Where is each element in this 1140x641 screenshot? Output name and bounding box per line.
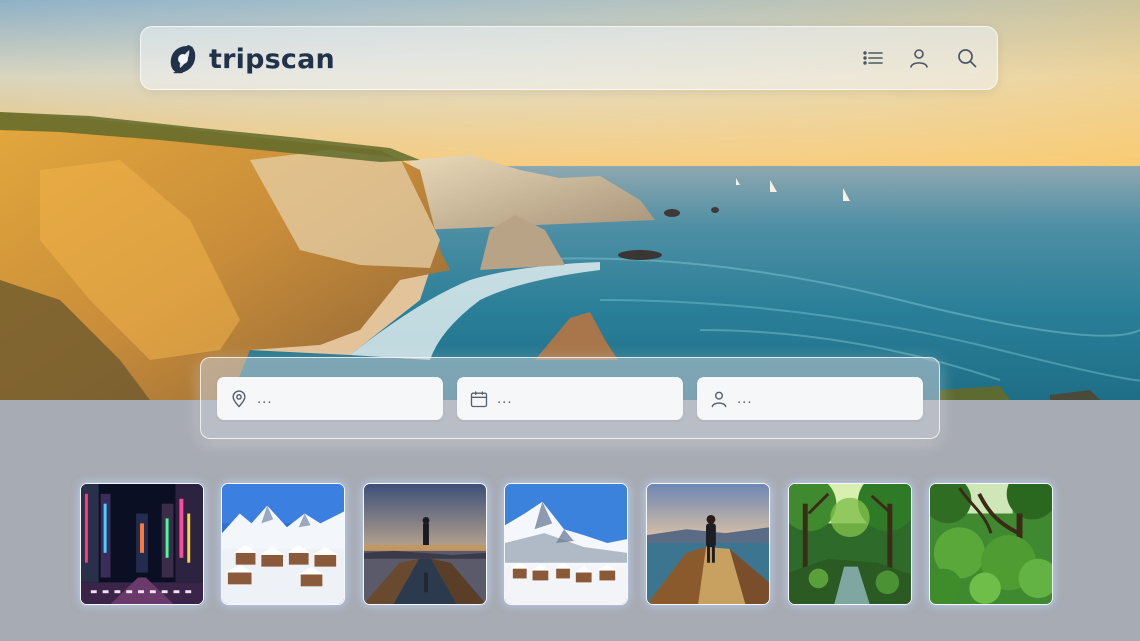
destination-card-cliff-traveler[interactable]: [646, 483, 770, 605]
destination-field[interactable]: ...: [217, 377, 443, 420]
destination-value: ...: [257, 389, 273, 407]
search-icon[interactable]: [955, 46, 979, 70]
jungle-stream-image: [789, 484, 911, 604]
calendar-icon: [469, 389, 489, 409]
destination-card-jungle-stream[interactable]: [788, 483, 912, 605]
location-pin-icon: [229, 389, 249, 409]
user-icon[interactable]: [907, 46, 931, 70]
compass-leaf-icon: [163, 39, 203, 79]
destination-card-snowy-village[interactable]: [221, 483, 345, 605]
cliff-traveler-image: [647, 484, 769, 604]
list-icon[interactable]: [861, 46, 885, 70]
brand-logo[interactable]: tripscan: [163, 39, 335, 79]
snowy-village-image: [222, 484, 344, 604]
date-field[interactable]: ...: [457, 377, 683, 420]
person-icon: [709, 389, 729, 409]
top-navbar: tripscan: [140, 26, 998, 90]
alpine-village-image: [505, 484, 627, 604]
travelers-value: ...: [737, 389, 753, 407]
date-value: ...: [497, 389, 513, 407]
destination-card-sunset-lake[interactable]: [363, 483, 487, 605]
rainforest-image: [930, 484, 1052, 604]
trip-search-bar: ... ... ...: [200, 357, 940, 439]
destination-card-rainforest[interactable]: [929, 483, 1053, 605]
brand-name: tripscan: [209, 43, 335, 75]
travelers-field[interactable]: ...: [697, 377, 923, 420]
destination-card-neon-city[interactable]: [80, 483, 204, 605]
sunset-lake-image: [364, 484, 486, 604]
destination-card-alpine-village[interactable]: [504, 483, 628, 605]
neon-city-image: [81, 484, 203, 604]
